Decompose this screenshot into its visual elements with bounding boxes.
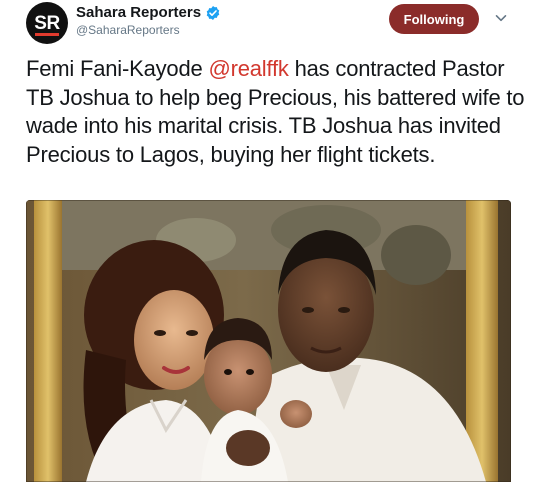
tweet-text: Femi Fani-Kayode @realffk has contracted… <box>26 55 526 169</box>
family-portrait-image <box>26 200 511 482</box>
avatar-logo-bar <box>35 33 59 36</box>
avatar[interactable]: SR <box>26 2 68 44</box>
chevron-down-icon[interactable] <box>494 11 508 25</box>
display-name[interactable]: Sahara Reporters <box>76 4 201 21</box>
tweet-text-start: Femi Fani-Kayode <box>26 56 209 81</box>
tweet-photo[interactable] <box>26 200 511 482</box>
following-button[interactable]: Following <box>389 4 479 34</box>
avatar-logo-text: SR <box>34 12 60 34</box>
verified-badge-icon <box>205 5 221 21</box>
user-handle[interactable]: @SaharaReporters <box>76 23 180 37</box>
mention-link[interactable]: @realffk <box>208 56 288 81</box>
tweet-card: SR Sahara Reporters @SaharaReporters Fol… <box>0 0 550 482</box>
name-row: Sahara Reporters <box>76 4 221 21</box>
